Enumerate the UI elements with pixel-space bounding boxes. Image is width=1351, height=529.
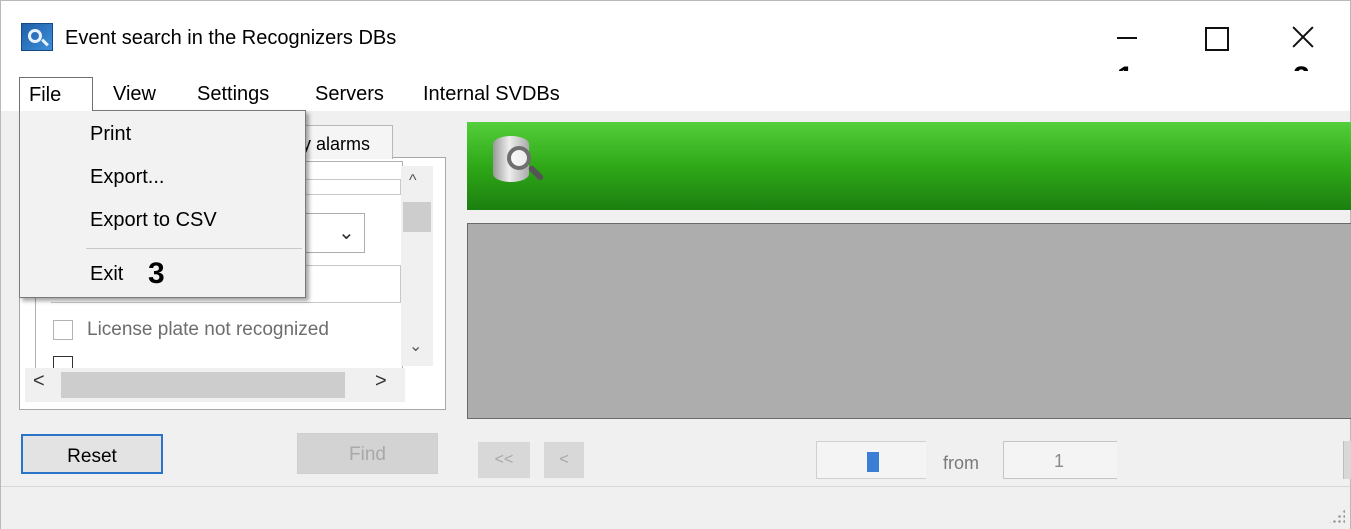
checkbox[interactable] [53,319,73,340]
menu-item-print[interactable]: Print [90,123,131,146]
scroll-thumb[interactable] [61,372,345,398]
window-title: Event search in the Recognizers DBs [65,27,397,49]
find-button[interactable]: Find [297,433,438,474]
close-icon[interactable] [1273,15,1333,59]
first-page-button[interactable]: << [478,442,530,478]
menu-item-export-csv[interactable]: Export to CSV [90,209,217,232]
checkbox-label: License plate not recognized [87,319,329,340]
database-search-icon [489,132,545,190]
page-number-input[interactable] [816,441,926,479]
maximize-icon[interactable] [1185,15,1245,59]
menu-separator [86,248,302,249]
results-header [467,122,1351,210]
menu-servers[interactable]: Servers [307,77,392,111]
total-pages-field: 1 [1003,441,1117,479]
tab-by-alarms[interactable]: y alarms [297,125,393,159]
search-db-icon [21,23,53,51]
scroll-right-icon[interactable]: > [375,370,387,393]
scroll-up-icon[interactable]: ^ [409,172,417,190]
prev-page-button[interactable]: < [544,442,584,478]
next-page-button[interactable] [1343,441,1351,479]
menu-item-export[interactable]: Export... [90,166,164,189]
menu-bar: File View Settings Servers Internal SVDB… [1,71,1350,111]
main-window: Event search in the Recognizers DBs 1 2 … [0,0,1351,529]
scroll-left-icon[interactable]: < [33,370,45,393]
filter-horizontal-scrollbar[interactable]: < > [25,368,405,402]
filter-vertical-scrollbar[interactable]: ^ ⌄ [401,166,433,366]
file-menu-dropdown: Print Export... Export to CSV Exit 3 [19,110,306,298]
title-bar: Event search in the Recognizers DBs [1,1,1350,71]
status-bar [1,486,1350,529]
chevron-down-icon: ⌄ [338,222,355,244]
results-area [467,223,1351,419]
from-label: from [943,453,979,473]
menu-settings[interactable]: Settings [189,77,277,111]
menu-internal-svdbs[interactable]: Internal SVDBs [415,77,568,111]
minimize-icon[interactable] [1097,15,1157,59]
scroll-thumb[interactable] [403,202,431,232]
menu-file[interactable]: File [19,77,93,111]
menu-item-exit[interactable]: Exit [90,263,123,286]
menu-view[interactable]: View [105,77,164,111]
checkbox-row-not-recognized[interactable]: License plate not recognized [53,319,329,341]
reset-button[interactable]: Reset [21,434,163,474]
callout-3: 3 [148,257,165,290]
scroll-down-icon[interactable]: ⌄ [409,336,422,356]
filter-combo[interactable]: ⌄ [301,213,365,253]
